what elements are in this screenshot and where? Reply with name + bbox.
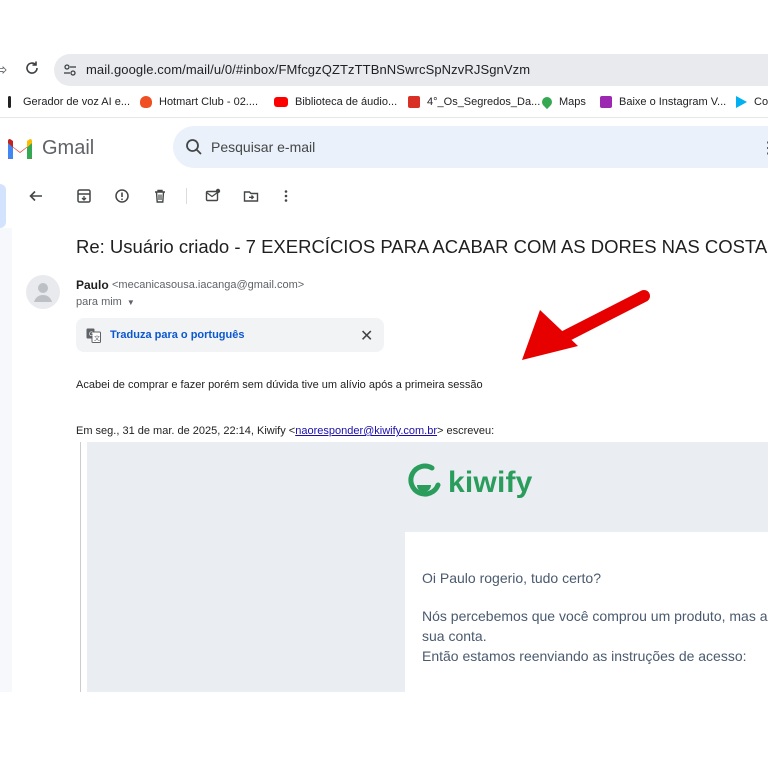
- delete-icon[interactable]: [150, 186, 170, 206]
- forward-icon[interactable]: ⇨: [0, 60, 10, 80]
- quote-suffix: > escreveu:: [437, 425, 495, 437]
- mark-unread-icon[interactable]: [203, 186, 223, 206]
- message-body: Acabei de comprar e fazer porém sem dúvi…: [76, 379, 483, 391]
- omnibox[interactable]: mail.google.com/mail/u/0/#inbox/FMfcgzQZ…: [54, 54, 768, 86]
- kiwify-wordmark: kiwify: [448, 466, 533, 499]
- recipients-label: para mim: [76, 296, 122, 308]
- translate-banner: G文 Traduza para o português ✕: [76, 318, 384, 352]
- bookmark-item[interactable]: Co: [736, 92, 768, 112]
- bookmark-label: Maps: [559, 96, 586, 108]
- move-to-icon[interactable]: [241, 186, 261, 206]
- quote-border: [80, 442, 81, 692]
- bookmarks-bar: Gerador de voz AI e... Hotmart Club - 02…: [0, 92, 768, 112]
- bookmark-label: Baixe o Instagram V...: [619, 96, 727, 108]
- quote-attribution: Em seg., 31 de mar. de 2025, 22:14, Kiwi…: [76, 425, 494, 437]
- gmail-wordmark: Gmail: [42, 136, 95, 159]
- bookmark-item[interactable]: Maps: [539, 92, 586, 112]
- quote-email-link[interactable]: naoresponder@kiwify.com.br: [295, 425, 437, 437]
- archive-icon[interactable]: [74, 186, 94, 206]
- close-icon[interactable]: ✕: [360, 326, 374, 345]
- quoted-greeting: Oi Paulo rogerio, tudo certo?: [422, 570, 601, 586]
- bottom-margin: [0, 692, 768, 768]
- sender-name: Paulo: [76, 278, 109, 292]
- search-input[interactable]: Pesquisar e-mail: [211, 139, 315, 155]
- bookmark-item[interactable]: 4°_Os_Segredos_Da...: [408, 92, 540, 112]
- caret-down-icon: ▼: [126, 297, 135, 307]
- bookmark-label: 4°_Os_Segredos_Da...: [427, 96, 541, 108]
- gmail-m-icon: [8, 138, 32, 159]
- bookmark-label: Biblioteca de áudio...: [295, 96, 398, 108]
- bookmark-item[interactable]: Hotmart Club - 02....: [140, 92, 258, 112]
- quoted-line: Nós percebemos que você comprou um produ…: [422, 608, 768, 624]
- quoted-line: Então estamos reenviando as instruções d…: [422, 648, 747, 664]
- bookmark-item[interactable]: Gerador de voz AI e...: [8, 92, 130, 112]
- annotation-arrow-icon: [522, 290, 650, 360]
- left-nav-background: [0, 228, 12, 692]
- divider: [0, 117, 768, 118]
- bookmark-label: Hotmart Club - 02....: [159, 96, 259, 108]
- fire-icon: [140, 96, 152, 108]
- person-icon: [34, 283, 52, 302]
- bookmark-icon: [8, 96, 11, 108]
- play-icon: [736, 96, 747, 108]
- quoted-line: sua conta.: [422, 628, 487, 644]
- email-subject: Re: Usuário criado - 7 EXERCÍCIOS PARA A…: [76, 236, 768, 257]
- bookmark-item[interactable]: Baixe o Instagram V...: [600, 92, 726, 112]
- pdf-icon: [408, 96, 420, 108]
- site-settings-icon[interactable]: [62, 62, 78, 78]
- bookmark-item[interactable]: Biblioteca de áudio...: [274, 92, 397, 112]
- search-bar[interactable]: Pesquisar e-mail: [173, 126, 768, 168]
- translate-link[interactable]: Traduza para o português: [110, 329, 244, 341]
- youtube-icon: [274, 97, 288, 107]
- maps-pin-icon: [539, 94, 555, 110]
- kiwi-icon: [408, 463, 441, 497]
- kiwify-logo: kiwify: [404, 462, 533, 504]
- svg-text:文: 文: [94, 335, 100, 343]
- bookmark-label: Co: [754, 96, 768, 108]
- address-bar-row: ⇨ mail.google.com/mail/u/0/#inbox/FMfcgz…: [0, 54, 768, 86]
- download-icon: [600, 96, 612, 108]
- recipients-toggle[interactable]: para mim ▼: [76, 296, 135, 308]
- report-spam-icon[interactable]: [112, 186, 132, 206]
- search-icon[interactable]: [185, 138, 203, 156]
- gmail-logo[interactable]: Gmail: [6, 136, 94, 160]
- sender-email: <mecanicasousa.iacanga@gmail.com>: [112, 279, 305, 291]
- quote-prefix: Em seg., 31 de mar. de 2025, 22:14, Kiwi…: [76, 425, 296, 437]
- reload-icon[interactable]: [24, 60, 42, 80]
- search-options-icon[interactable]: ⋮: [760, 138, 768, 158]
- screenshot: ⇨ mail.google.com/mail/u/0/#inbox/FMfcgz…: [0, 0, 768, 768]
- bookmark-label: Gerador de voz AI e...: [23, 96, 131, 108]
- more-options-icon[interactable]: [276, 186, 296, 206]
- toolbar-divider: [186, 188, 187, 204]
- translate-icon: G文: [86, 328, 101, 343]
- nav-selected-indicator: [0, 184, 6, 228]
- back-icon[interactable]: [26, 186, 46, 206]
- url-text[interactable]: mail.google.com/mail/u/0/#inbox/FMfcgzQZ…: [86, 62, 530, 77]
- avatar[interactable]: [26, 275, 60, 309]
